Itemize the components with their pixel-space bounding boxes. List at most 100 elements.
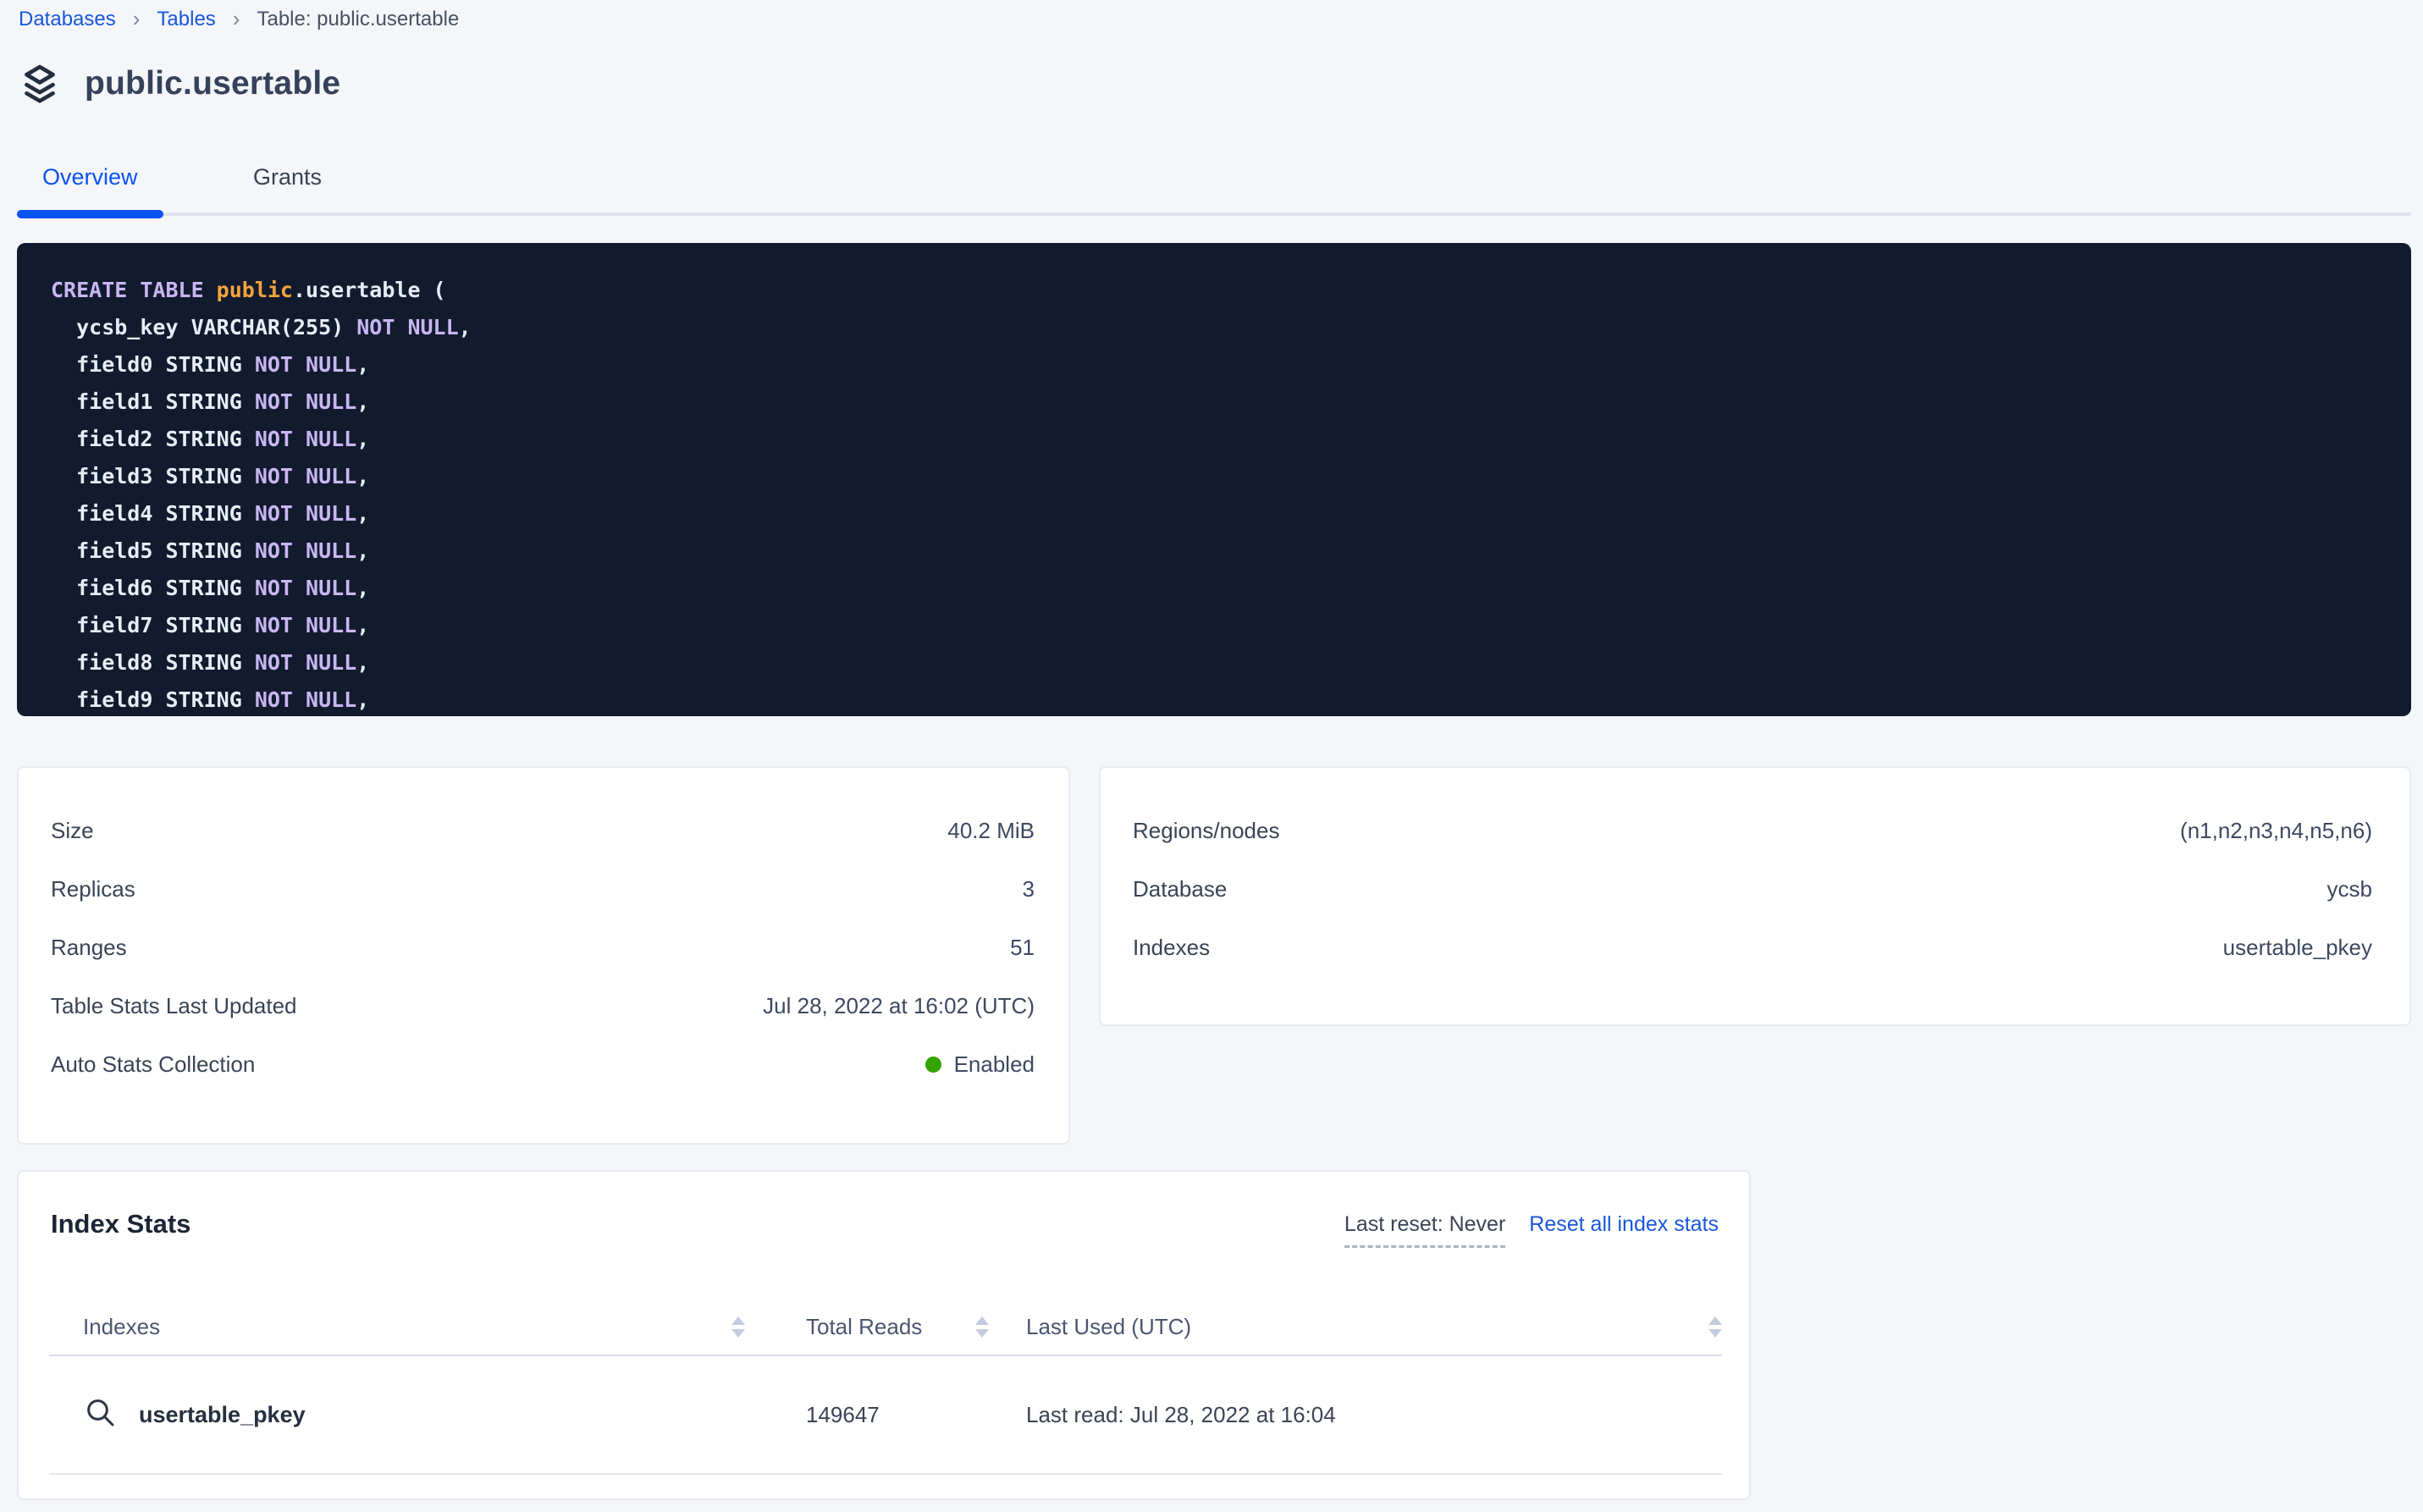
sql-token-plain: field6 STRING <box>51 576 255 600</box>
sql-line: CREATE TABLE public.usertable ( <box>51 272 2386 309</box>
tab-overview[interactable]: Overview <box>17 157 163 212</box>
stat-label: Regions/nodes <box>1133 818 1279 844</box>
sql-token-keyword: NOT NULL <box>255 464 356 488</box>
sort-icon[interactable] <box>1708 1316 1722 1338</box>
stack-icon <box>17 61 63 107</box>
stat-value: 40.2 MiB <box>947 818 1035 844</box>
column-header-indexes[interactable]: Indexes <box>49 1314 798 1340</box>
sort-icon[interactable] <box>975 1316 989 1338</box>
index-stats-card: Index Stats Last reset: Never Reset all … <box>17 1170 1751 1500</box>
column-header-label: Last Used (UTC) <box>1026 1314 1191 1340</box>
index-stats-actions: Last reset: Never Reset all index stats <box>1344 1209 1719 1248</box>
sql-token-plain: , <box>356 650 369 675</box>
sql-token-plain: field8 STRING <box>51 650 255 675</box>
stat-label: Size <box>51 818 94 844</box>
stat-label: Indexes <box>1133 935 1210 961</box>
index-name: usertable_pkey <box>139 1402 306 1428</box>
breadcrumb: Databases › Tables › Table: public.usert… <box>19 7 459 32</box>
index-link[interactable]: usertable_pkey <box>83 1395 306 1435</box>
stat-row-ranges: Ranges 51 <box>51 919 1035 977</box>
sql-line: field2 STRING NOT NULL, <box>51 421 2386 458</box>
column-header-last-used[interactable]: Last Used (UTC) <box>1026 1314 1722 1340</box>
breadcrumb-link-databases[interactable]: Databases <box>19 7 116 32</box>
stat-row-database: Database ycsb <box>1133 860 2372 919</box>
sql-line: ycsb_key VARCHAR(255) NOT NULL, <box>51 309 2386 346</box>
sql-token-plain: , <box>356 576 369 600</box>
stat-value: Jul 28, 2022 at 16:02 (UTC) <box>763 993 1035 1019</box>
sql-token-plain: , <box>356 427 369 451</box>
column-header-label: Indexes <box>83 1314 160 1340</box>
stat-row-indexes: Indexes usertable_pkey <box>1133 919 2372 977</box>
stat-label: Auto Stats Collection <box>51 1051 255 1078</box>
page-title: public.usertable <box>85 65 340 102</box>
sql-line: field4 STRING NOT NULL, <box>51 495 2386 533</box>
breadcrumb-chevron-icon: › <box>233 6 240 31</box>
stat-value: 3 <box>1023 876 1035 902</box>
column-header-label: Total Reads <box>806 1314 922 1340</box>
sql-token-plain: field0 STRING <box>51 352 255 377</box>
sql-token-plain: field3 STRING <box>51 464 255 488</box>
tab-grants[interactable]: Grants <box>228 157 347 212</box>
sql-token-plain: field4 STRING <box>51 501 255 526</box>
cell-index-name: usertable_pkey <box>49 1395 798 1435</box>
last-used-value: Last read: Jul 28, 2022 at 16:04 <box>1026 1402 1336 1428</box>
sql-token-plain: , <box>459 315 472 339</box>
stat-row-regions: Regions/nodes (n1,n2,n3,n4,n5,n6) <box>1133 802 2372 860</box>
stat-label: Ranges <box>51 935 127 961</box>
stat-row-auto-stats: Auto Stats Collection Enabled <box>51 1035 1035 1094</box>
sql-token-plain: , <box>356 538 369 563</box>
table-details-page: Databases › Tables › Table: public.usert… <box>0 0 2423 1512</box>
sql-token-plain: , <box>356 613 369 637</box>
sql-line: field3 STRING NOT NULL, <box>51 458 2386 495</box>
cell-last-used: Last read: Jul 28, 2022 at 16:04 <box>1026 1402 1722 1428</box>
sql-token-keyword: NOT NULL <box>255 650 356 675</box>
status-text: Enabled <box>954 1051 1035 1078</box>
cluster-overview-card: Regions/nodes (n1,n2,n3,n4,n5,n6) Databa… <box>1099 766 2411 1026</box>
table-row: usertable_pkey 149647 Last read: Jul 28,… <box>49 1356 1722 1475</box>
reset-all-index-stats-link[interactable]: Reset all index stats <box>1529 1212 1719 1237</box>
column-header-total-reads[interactable]: Total Reads <box>798 1314 1026 1340</box>
sql-token-keyword: NOT NULL <box>255 427 356 451</box>
sql-token-plain: field2 STRING <box>51 427 255 451</box>
stat-label: Replicas <box>51 876 135 902</box>
sql-token-keyword: NOT NULL <box>255 501 356 526</box>
stat-value: Enabled <box>925 1051 1035 1078</box>
stat-value: 51 <box>1010 935 1035 961</box>
sql-token-plain: .usertable ( <box>293 278 446 302</box>
stat-row-size: Size 40.2 MiB <box>51 802 1035 860</box>
page-title-row: public.usertable <box>17 61 340 107</box>
sql-token-keyword: NOT NULL <box>255 538 356 563</box>
sql-token-plain: , <box>356 352 369 377</box>
sort-icon[interactable] <box>731 1316 745 1338</box>
sql-token-keyword: NOT NULL <box>356 315 458 339</box>
sql-token-plain: field1 STRING <box>51 389 255 414</box>
stat-value: (n1,n2,n3,n4,n5,n6) <box>2180 818 2372 844</box>
sql-line: field9 STRING NOT NULL, <box>51 682 2386 716</box>
breadcrumb-link-tables[interactable]: Tables <box>157 7 215 32</box>
sql-token-keyword: NOT NULL <box>255 352 356 377</box>
sql-token-keyword: NOT NULL <box>255 687 356 712</box>
last-reset-label: Last reset: Never <box>1344 1212 1505 1248</box>
cell-total-reads: 149647 <box>798 1402 1026 1428</box>
sql-line: field5 STRING NOT NULL, <box>51 533 2386 570</box>
sql-line: field8 STRING NOT NULL, <box>51 644 2386 682</box>
breadcrumb-current: Table: public.usertable <box>257 7 459 32</box>
sql-token-plain: , <box>356 389 369 414</box>
create-table-sql-block: CREATE TABLE public.usertable ( ycsb_key… <box>17 243 2411 716</box>
sql-token-keyword: NOT NULL <box>255 576 356 600</box>
stat-row-stats-updated: Table Stats Last Updated Jul 28, 2022 at… <box>51 977 1035 1035</box>
sql-token-keyword: NOT NULL <box>255 613 356 637</box>
sql-line: field6 STRING NOT NULL, <box>51 570 2386 607</box>
stat-row-replicas: Replicas 3 <box>51 860 1035 919</box>
sql-token-plain: field9 STRING <box>51 687 255 712</box>
sql-token-plain: , <box>356 501 369 526</box>
sql-token-plain: , <box>356 464 369 488</box>
sql-token-schema: public <box>217 278 293 302</box>
sql-line: field7 STRING NOT NULL, <box>51 607 2386 644</box>
index-stats-header: Index Stats Last reset: Never Reset all … <box>51 1209 1719 1248</box>
sql-token-plain: field5 STRING <box>51 538 255 563</box>
stat-label: Table Stats Last Updated <box>51 993 297 1019</box>
sql-token-plain: field7 STRING <box>51 613 255 637</box>
sql-token-plain: ycsb_key VARCHAR(255) <box>51 315 356 339</box>
total-reads-value: 149647 <box>806 1402 880 1428</box>
